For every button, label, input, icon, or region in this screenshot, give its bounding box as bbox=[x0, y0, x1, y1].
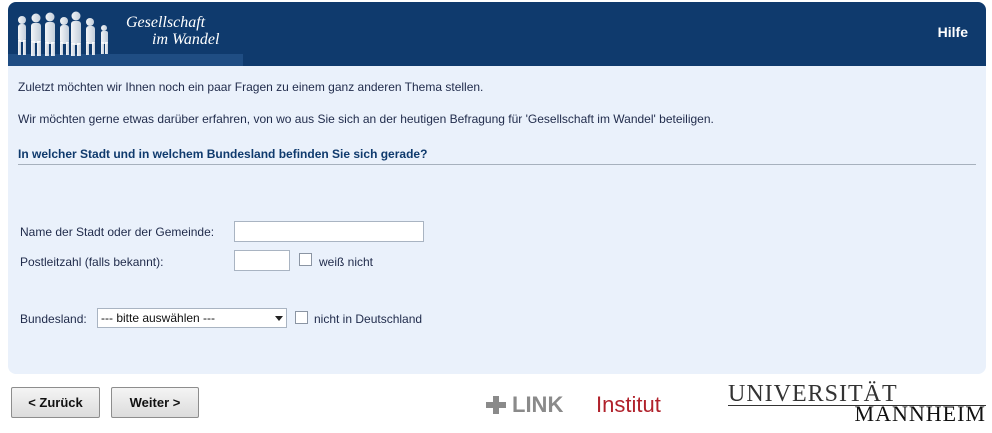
cross-icon bbox=[486, 396, 506, 414]
zip-input[interactable] bbox=[234, 250, 290, 271]
city-input[interactable] bbox=[234, 221, 424, 242]
question-divider bbox=[18, 164, 976, 165]
uni-logo-bottom: MANNHEIM bbox=[854, 401, 986, 426]
gesellschaft-im-wandel-logo: Gesellschaft im Wandel bbox=[8, 2, 243, 66]
header-bar: Gesellschaft im Wandel Hilfe bbox=[8, 2, 986, 66]
chevron-down-icon bbox=[275, 316, 283, 321]
logo-line-1: Gesellschaft bbox=[126, 14, 206, 31]
link-logo-text: LINK bbox=[512, 392, 564, 417]
question-title: In welcher Stadt und in welchem Bundesla… bbox=[18, 147, 428, 161]
city-label: Name der Stadt oder der Gemeinde: bbox=[20, 225, 215, 239]
not-germany-checkbox[interactable] bbox=[295, 311, 308, 324]
zip-unknown-label: weiß nicht bbox=[319, 255, 374, 269]
help-link[interactable]: Hilfe bbox=[938, 24, 968, 40]
next-button[interactable]: Weiter > bbox=[111, 387, 199, 418]
state-label: Bundesland: bbox=[20, 312, 87, 326]
logo-line-2: im Wandel bbox=[152, 31, 220, 48]
back-button[interactable]: < Zurück bbox=[11, 387, 100, 418]
logo-title: Gesellschaft im Wandel bbox=[126, 14, 219, 48]
state-select[interactable]: --- bitte auswählen --- bbox=[97, 308, 287, 328]
universitaet-mannheim-logo: UNIVERSITÄT MANNHEIM bbox=[728, 381, 986, 427]
not-germany-label: nicht in Deutschland bbox=[314, 312, 423, 326]
institut-logo-text: Institut bbox=[596, 392, 661, 417]
survey-panel: Zuletzt möchten wir Ihnen noch ein paar … bbox=[8, 66, 986, 374]
zip-unknown-checkbox[interactable] bbox=[299, 253, 312, 266]
intro-text-1: Zuletzt möchten wir Ihnen noch ein paar … bbox=[18, 80, 484, 94]
intro-text-2: Wir möchten gerne etwas darüber erfahren… bbox=[18, 112, 714, 126]
zip-label: Postleitzahl (falls bekannt): bbox=[20, 255, 164, 269]
state-select-value: --- bitte auswählen --- bbox=[101, 311, 216, 325]
